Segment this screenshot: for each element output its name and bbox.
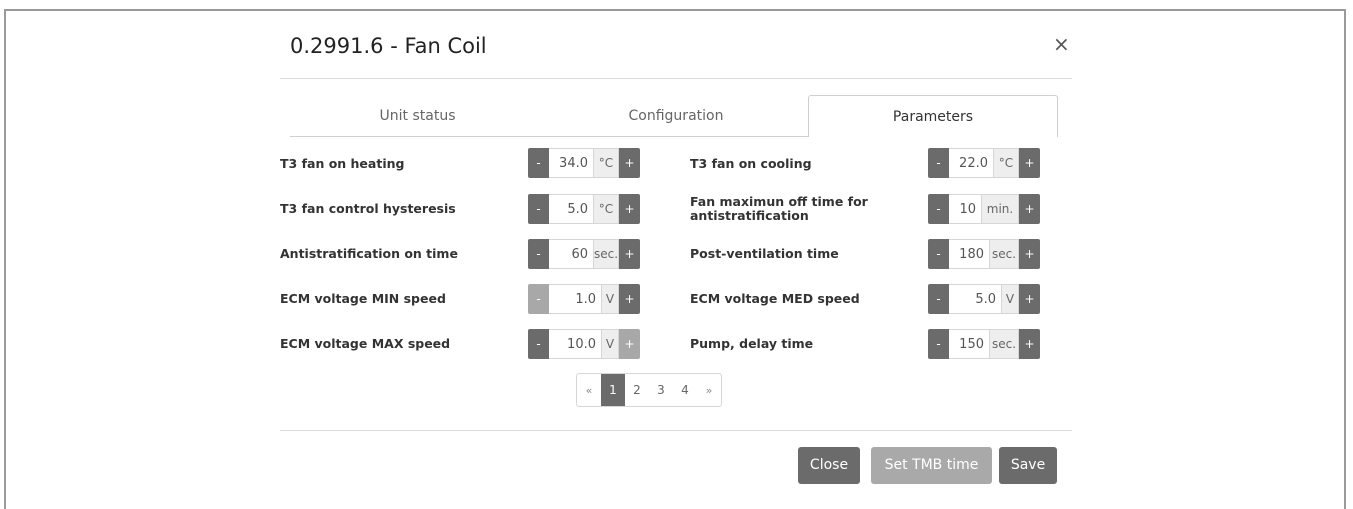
set-tmb-time-button[interactable]: Set TMB time [871, 447, 992, 484]
fan-coil-dialog: 0.2991.6 - Fan Coil × Unit status Config… [280, 10, 1072, 493]
param-label-t3-fan-hysteresis: T3 fan control hysteresis [280, 201, 456, 216]
unit-label: sec. [989, 239, 1019, 269]
increment-button[interactable]: + [1019, 239, 1040, 269]
param-label-antistratification-on-time: Antistratification on time [280, 246, 458, 261]
stepper-antistratification-on-time: - 60 sec. + [528, 239, 640, 269]
tab-unit-status[interactable]: Unit status [290, 95, 545, 137]
value-field[interactable]: 34.0 [549, 148, 593, 178]
increment-button[interactable]: + [619, 194, 640, 224]
decrement-button[interactable]: - [528, 194, 549, 224]
value-field[interactable]: 10 [949, 194, 981, 224]
value-field[interactable]: 5.0 [549, 194, 593, 224]
header-divider [280, 78, 1072, 79]
stepper-t3-fan-cooling: - 22.0 °C + [928, 148, 1040, 178]
stepper-post-ventilation-time: - 180 sec. + [928, 239, 1040, 269]
param-label-ecm-max-speed: ECM voltage MAX speed [280, 336, 451, 351]
increment-button[interactable]: + [1019, 148, 1040, 178]
save-button[interactable]: Save [999, 447, 1057, 484]
decrement-button[interactable]: - [928, 284, 949, 314]
increment-button[interactable]: + [619, 239, 640, 269]
param-label-t3-fan-heating: T3 fan on heating [280, 156, 405, 171]
value-field[interactable]: 5.0 [949, 284, 1001, 314]
decrement-button[interactable]: - [928, 194, 949, 224]
increment-button[interactable]: + [1019, 284, 1040, 314]
pagination-next[interactable]: » [697, 374, 721, 406]
param-label-ecm-min-speed: ECM voltage MIN speed [280, 291, 446, 306]
param-label-pump-delay-time: Pump, delay time [690, 336, 814, 351]
pagination-page-3[interactable]: 3 [649, 374, 673, 406]
decrement-button[interactable]: - [928, 148, 949, 178]
stepper-t3-fan-hysteresis: - 5.0 °C + [528, 194, 640, 224]
param-label-line1: Fan maximun off time for [690, 194, 868, 209]
param-label-t3-fan-cooling: T3 fan on cooling [690, 156, 812, 171]
param-label-ecm-med-speed: ECM voltage MED speed [690, 291, 860, 306]
stepper-ecm-max-speed: - 10.0 V + [528, 329, 640, 359]
decrement-button[interactable]: - [528, 239, 549, 269]
tab-underline [290, 136, 808, 137]
decrement-button[interactable]: - [528, 148, 549, 178]
param-label-post-ventilation-time: Post-ventilation time [690, 246, 839, 261]
value-field[interactable]: 180 [949, 239, 989, 269]
unit-label: °C [593, 148, 619, 178]
value-field[interactable]: 22.0 [949, 148, 993, 178]
decrement-button[interactable]: - [528, 329, 549, 359]
pagination-page-4[interactable]: 4 [673, 374, 697, 406]
stepper-ecm-min-speed: - 1.0 V + [528, 284, 640, 314]
close-button[interactable]: Close [798, 447, 860, 484]
stepper-fan-max-off-time: - 10 min. + [928, 194, 1040, 224]
param-label-fan-max-off-time: Fan maximun off time for antistratificat… [690, 195, 868, 223]
unit-label: V [601, 284, 619, 314]
decrement-button[interactable]: - [928, 329, 949, 359]
unit-label: V [1001, 284, 1019, 314]
value-field[interactable]: 1.0 [549, 284, 601, 314]
decrement-button[interactable]: - [928, 239, 949, 269]
tab-parameters[interactable]: Parameters [808, 95, 1058, 137]
tab-bar: Unit status Configuration Parameters [290, 95, 1058, 137]
pagination: « 1 2 3 4 » [576, 373, 722, 407]
stepper-ecm-med-speed: - 5.0 V + [928, 284, 1040, 314]
param-label-line2: antistratification [690, 208, 809, 223]
value-field[interactable]: 60 [549, 239, 593, 269]
increment-button[interactable]: + [619, 329, 640, 359]
increment-button[interactable]: + [619, 284, 640, 314]
footer-divider [280, 430, 1072, 431]
close-icon[interactable]: × [1053, 32, 1070, 56]
unit-label: °C [593, 194, 619, 224]
increment-button[interactable]: + [619, 148, 640, 178]
unit-label: sec. [593, 239, 619, 269]
increment-button[interactable]: + [1019, 194, 1040, 224]
unit-label: V [601, 329, 619, 359]
value-field[interactable]: 10.0 [549, 329, 601, 359]
unit-label: °C [993, 148, 1019, 178]
pagination-page-1[interactable]: 1 [601, 374, 625, 406]
tab-configuration[interactable]: Configuration [545, 95, 807, 137]
pagination-page-2[interactable]: 2 [625, 374, 649, 406]
dialog-title: 0.2991.6 - Fan Coil [290, 34, 487, 58]
pagination-prev[interactable]: « [577, 374, 601, 406]
increment-button[interactable]: + [1019, 329, 1040, 359]
unit-label: min. [981, 194, 1019, 224]
decrement-button[interactable]: - [528, 284, 549, 314]
stepper-t3-fan-heating: - 34.0 °C + [528, 148, 640, 178]
unit-label: sec. [989, 329, 1019, 359]
stepper-pump-delay-time: - 150 sec. + [928, 329, 1040, 359]
value-field[interactable]: 150 [949, 329, 989, 359]
